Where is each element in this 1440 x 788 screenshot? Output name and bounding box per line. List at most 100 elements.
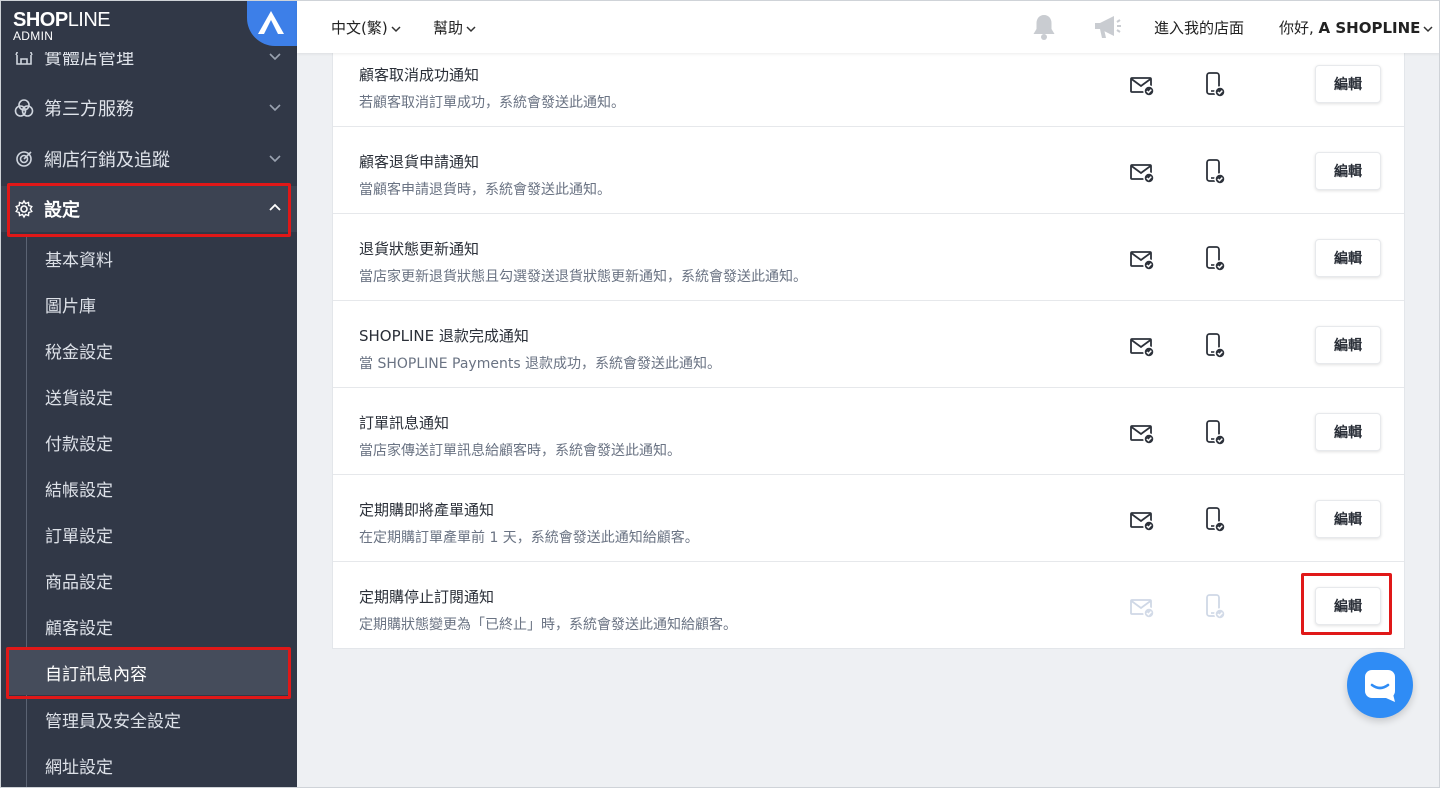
sidebar-item-label: 第三方服務 [44, 99, 134, 120]
sidebar-subitem-label: 顧客設定 [45, 618, 113, 639]
notification-row: 定期購停止訂閱通知定期購狀態變更為「已終止」時，系統會發送此通知給顧客。 編輯 [333, 562, 1404, 649]
notification-description: 當店家更新退貨狀態且勾選發送退貨狀態更新通知，系統會發送此通知。 [359, 269, 807, 285]
greeting: 你好, [1279, 19, 1319, 37]
sidebar-item-label: 設定 [44, 200, 80, 221]
sidebar-subitem-label: 稅金設定 [45, 342, 113, 363]
sidebar-subitem-customer[interactable]: 顧客設定 [8, 603, 288, 649]
email-icon [1130, 77, 1155, 97]
sidebar-subitem-custom-messages[interactable]: 自訂訊息內容 [8, 649, 288, 695]
edit-button[interactable]: 編輯 [1315, 239, 1381, 277]
notification-description: 若顧客取消訂單成功，系統會發送此通知。 [359, 95, 625, 111]
sidebar-subitem-media[interactable]: 圖片庫 [8, 281, 288, 327]
notification-title: 退貨狀態更新通知 [359, 240, 480, 258]
notification-title: 訂單訊息通知 [359, 414, 450, 432]
logo-mark-icon [258, 11, 284, 34]
notification-title: 顧客退貨申請通知 [359, 153, 480, 171]
notification-title: 定期購即將產單通知 [359, 501, 495, 519]
edit-button[interactable]: 編輯 [1315, 152, 1381, 190]
notification-description: 當店家傳送訂單訊息給顧客時，系統會發送此通知。 [359, 443, 681, 459]
edit-button[interactable]: 編輯 [1315, 65, 1381, 103]
notification-description: 定期購狀態變更為「已終止」時，系統會發送此通知給顧客。 [359, 617, 737, 633]
sidebar-subitem-label: 訂單設定 [45, 526, 113, 547]
notification-list: 顧客取消成功通知 若顧客取消訂單成功，系統會發送此通知。 編輯 顧客退貨申請通知 當顧客… [332, 40, 1405, 649]
logo-subtitle: ADMIN [13, 29, 54, 43]
edit-button[interactable]: 編輯 [1315, 413, 1381, 451]
sidebar-subitem-domain[interactable]: 網址設定 [8, 742, 288, 788]
sms-icon [1206, 507, 1226, 533]
sidebar-subitem-delivery[interactable]: 送貨設定 [8, 373, 288, 419]
notification-row: 訂單訊息通知當店家傳送訂單訊息給顧客時，系統會發送此通知。 編輯 [333, 388, 1404, 475]
sms-icon [1206, 594, 1226, 620]
sidebar-subitem-label: 商品設定 [45, 572, 113, 593]
sidebar: 實體店管理 第三方服務 網店行銷及追蹤 設定 基本資料 圖片庫 稅金設定 送貨設… [0, 0, 297, 788]
sidebar-subitem-label: 管理員及安全設定 [45, 711, 181, 732]
chevron-down-icon [391, 25, 401, 32]
sidebar-subitem-product[interactable]: 商品設定 [8, 557, 288, 603]
notification-row: 定期購即將產單通知在定期購訂單產單前 1 天，系統會發送此通知給顧客。 編輯 [333, 475, 1404, 562]
bell-icon[interactable] [1031, 13, 1057, 41]
sidebar-item-third-party[interactable]: 第三方服務 [0, 85, 297, 131]
email-icon [1130, 164, 1155, 184]
user-name: A SHOPLINE [1318, 19, 1421, 37]
sidebar-subitem-label: 結帳設定 [45, 480, 113, 501]
edit-button[interactable]: 編輯 [1315, 500, 1381, 538]
email-icon [1130, 512, 1155, 532]
chevron-down-icon [1423, 25, 1433, 32]
notification-row: SHOPLINE 退款完成通知當 SHOPLINE Payments 退款成功，… [333, 301, 1404, 388]
notification-row: 顧客取消成功通知若顧客取消訂單成功，系統會發送此通知。 編輯 [333, 40, 1404, 127]
gear-icon [15, 199, 33, 219]
sms-icon [1206, 246, 1226, 272]
edit-button[interactable]: 編輯 [1315, 587, 1381, 625]
notification-row: 顧客退貨申請通知當顧客申請退貨時，系統會發送此通知。 編輯 [333, 127, 1404, 214]
sms-icon [1206, 72, 1226, 98]
email-icon [1130, 251, 1155, 271]
language-label: 中文(繁) [331, 19, 388, 37]
sidebar-subitem-tax[interactable]: 稅金設定 [8, 327, 288, 373]
notification-title: 顧客取消成功通知 [359, 66, 480, 84]
sidebar-subitem-label: 付款設定 [45, 434, 113, 455]
megaphone-icon[interactable] [1092, 14, 1122, 40]
chevron-down-icon [466, 25, 476, 32]
notification-description: 當 SHOPLINE Payments 退款成功，系統會發送此通知。 [359, 356, 722, 372]
notification-title: 定期購停止訂閱通知 [359, 588, 495, 606]
target-icon [16, 151, 32, 167]
sidebar-subitem-label: 圖片庫 [45, 296, 96, 317]
sms-icon [1206, 159, 1226, 185]
sidebar-subitem-label: 網址設定 [45, 757, 113, 778]
logo-badge [247, 0, 297, 46]
sidebar-subitem-label: 基本資料 [45, 250, 113, 271]
notification-title: SHOPLINE 退款完成通知 [359, 327, 529, 345]
sidebar-subitem-admin-security[interactable]: 管理員及安全設定 [8, 696, 288, 742]
help-label: 幫助 [433, 19, 464, 37]
topbar: 中文(繁) 幫助 進入我的店面 你好, A SHOPLINE [297, 0, 1440, 53]
store-link[interactable]: 進入我的店面 [1154, 17, 1244, 38]
user-menu[interactable]: 你好, A SHOPLINE [1279, 17, 1433, 38]
logo-text-light: LINE [67, 9, 111, 31]
sidebar-subitem-checkout[interactable]: 結帳設定 [8, 465, 288, 511]
chat-icon [1365, 670, 1395, 702]
help-dropdown[interactable]: 幫助 [433, 17, 476, 38]
logo-text-bold: SHOP [13, 9, 68, 31]
chevron-down-icon [269, 53, 281, 61]
sidebar-subitem-payment[interactable]: 付款設定 [8, 419, 288, 465]
chevron-up-icon [269, 203, 281, 211]
email-icon [1130, 338, 1155, 358]
sidebar-subitem-order[interactable]: 訂單設定 [8, 511, 288, 557]
email-icon [1130, 425, 1155, 445]
chevron-down-icon [269, 104, 281, 112]
logo[interactable]: SHOPLINE ADMIN [0, 0, 297, 52]
notification-row: 退貨狀態更新通知當店家更新退貨狀態且勾選發送退貨狀態更新通知，系統會發送此通知。… [333, 214, 1404, 301]
sidebar-subitem-label: 送貨設定 [45, 388, 113, 409]
sidebar-item-marketing[interactable]: 網店行銷及追蹤 [0, 136, 297, 182]
edit-button[interactable]: 編輯 [1315, 326, 1381, 364]
sidebar-item-label: 網店行銷及追蹤 [44, 150, 170, 171]
sidebar-item-settings[interactable]: 設定 [0, 186, 297, 232]
sidebar-subitem-basic-info[interactable]: 基本資料 [8, 235, 288, 281]
sms-icon [1206, 420, 1226, 446]
circles-icon [14, 99, 34, 117]
notification-description: 當顧客申請退貨時，系統會發送此通知。 [359, 182, 611, 198]
chat-button[interactable] [1347, 652, 1413, 718]
language-dropdown[interactable]: 中文(繁) [331, 17, 401, 38]
notification-description: 在定期購訂單產單前 1 天，系統會發送此通知給顧客。 [359, 530, 699, 546]
email-icon [1130, 599, 1155, 619]
